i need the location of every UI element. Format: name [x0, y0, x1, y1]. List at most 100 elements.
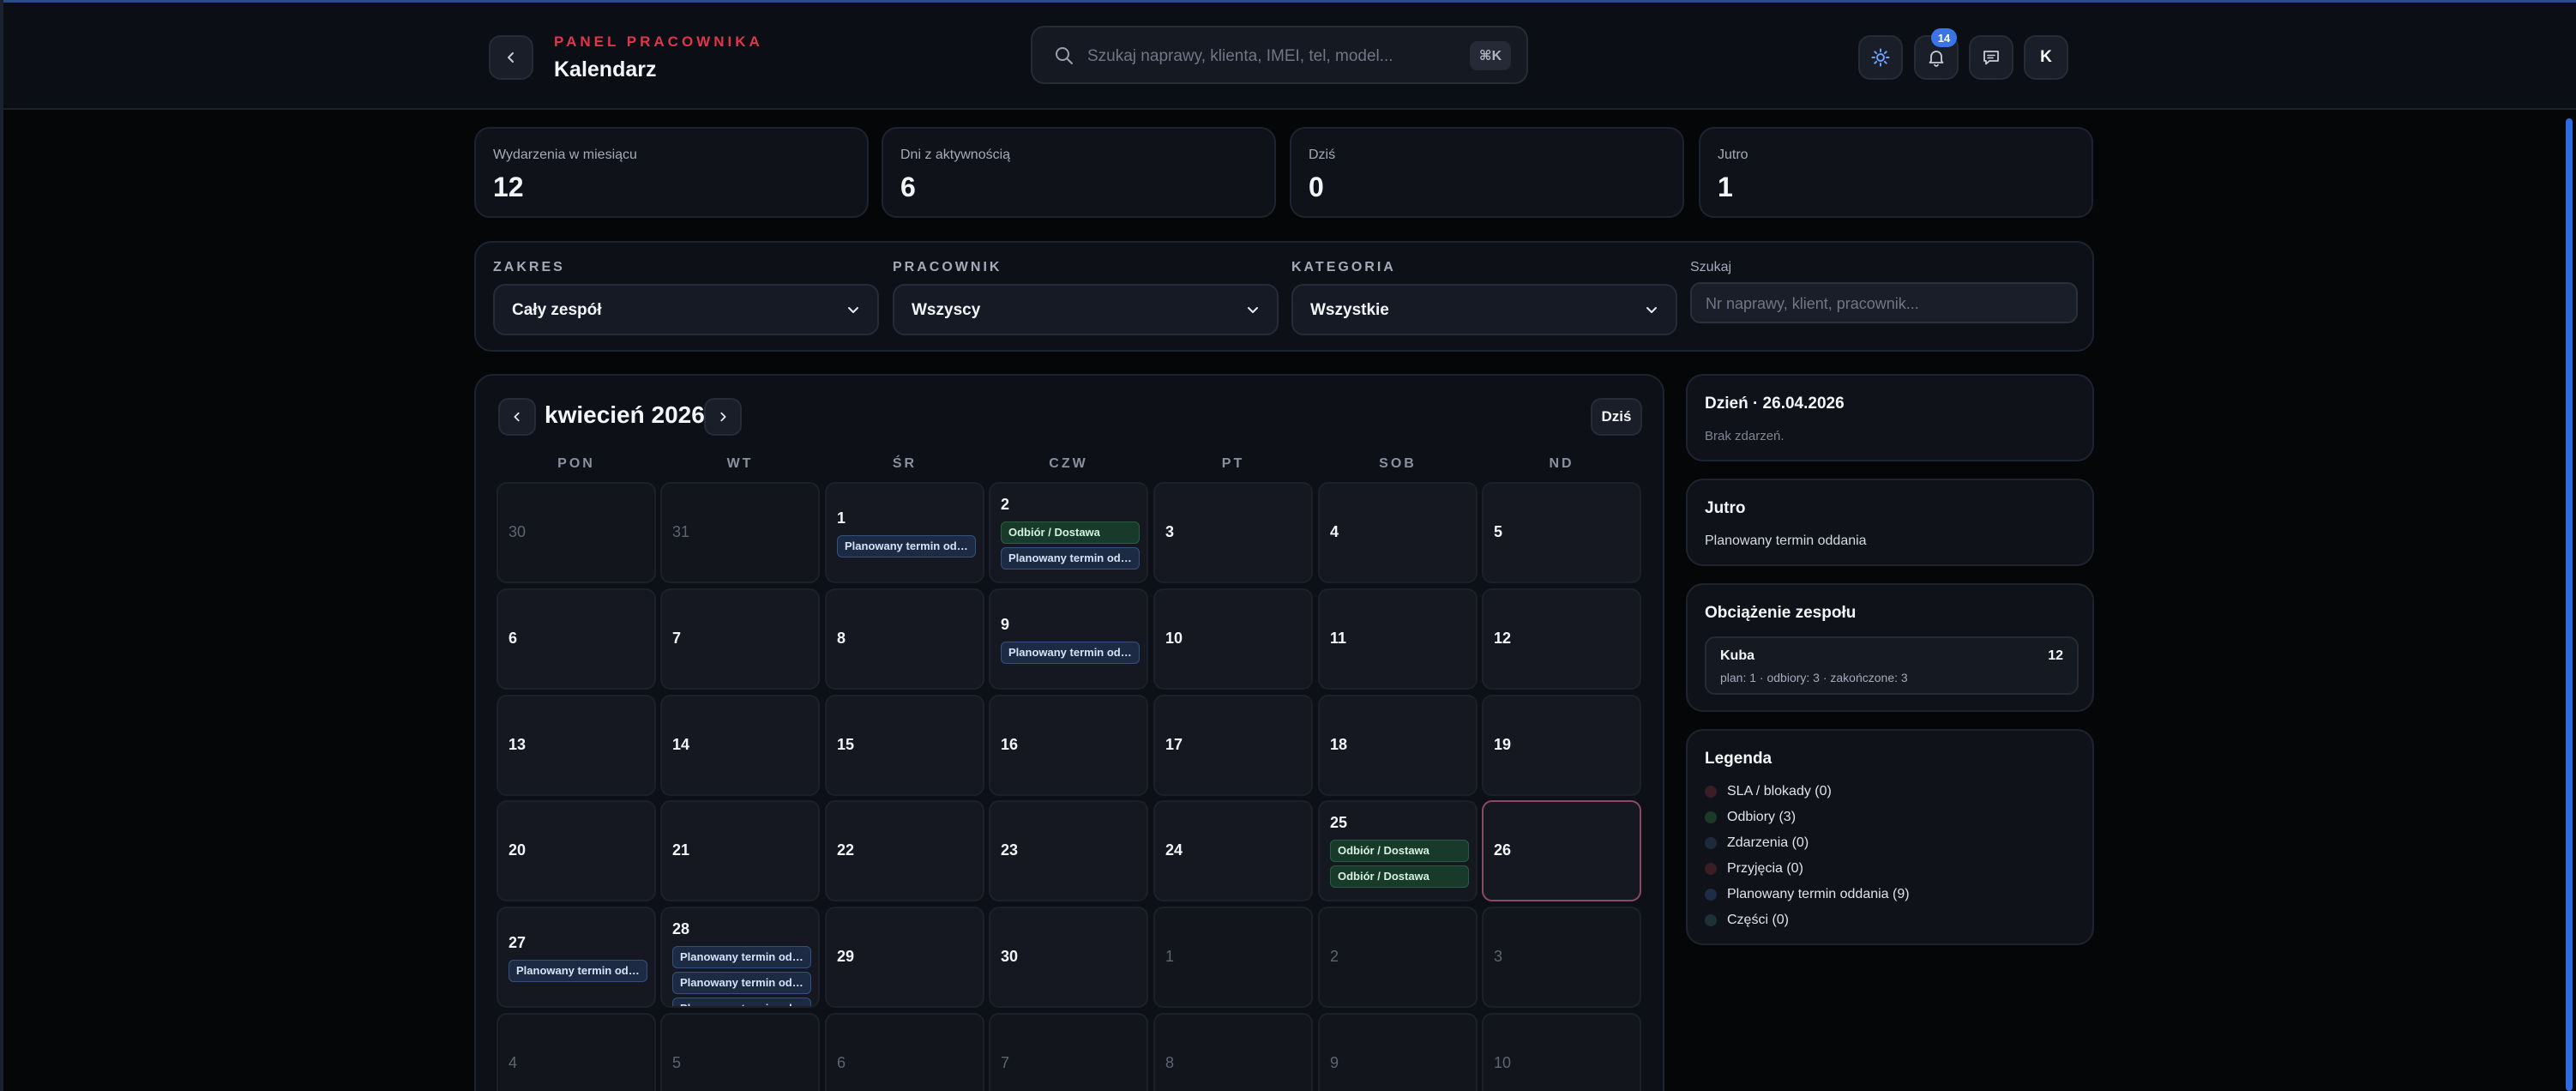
- stat-value: 0: [1309, 172, 1324, 202]
- calendar-day[interactable]: 3: [1482, 907, 1641, 1008]
- day-number: 8: [1165, 1054, 1175, 1071]
- calendar-day[interactable]: 2: [1318, 907, 1478, 1008]
- event-planned-return[interactable]: Planowany termin oddania: [837, 535, 976, 558]
- weekday-header: SOB: [1379, 456, 1417, 471]
- global-search[interactable]: Szukaj naprawy, klienta, IMEI, tel, mode…: [1031, 26, 1528, 84]
- calendar-day[interactable]: 1: [1153, 907, 1313, 1008]
- day-number: 1: [837, 509, 846, 527]
- bell-icon: [1929, 51, 1944, 67]
- calendar-day[interactable]: 18: [1318, 695, 1478, 796]
- day-number: 3: [1165, 523, 1175, 540]
- calendar-day[interactable]: 12: [1482, 588, 1641, 690]
- calendar-day[interactable]: 30: [989, 907, 1148, 1008]
- stat-card-month-events: Wydarzenia w miesiącu 12: [474, 127, 869, 218]
- filter-category-label: KATEGORIA: [1291, 260, 1396, 274]
- weekday-header: WT: [726, 456, 754, 471]
- filter-worker-select[interactable]: Wszyscy: [893, 284, 1279, 335]
- back-button[interactable]: [489, 35, 533, 80]
- event-pickup[interactable]: Odbiór / Dostawa: [1330, 840, 1469, 862]
- calendar-day[interactable]: 5: [660, 1013, 820, 1091]
- legend-dot-icon: [1705, 914, 1717, 926]
- weekday-header: PT: [1221, 456, 1245, 471]
- day-number: 27: [509, 934, 527, 951]
- legend-dot-icon: [1705, 837, 1717, 849]
- calendar-day[interactable]: 13: [497, 695, 656, 796]
- calendar-day[interactable]: 8: [1153, 1013, 1313, 1091]
- worker-row[interactable]: Kuba 12 plan: 1 · odbiory: 3 · zakończon…: [1705, 636, 2079, 695]
- chevron-left-icon: [514, 412, 520, 422]
- calendar-day[interactable]: 19: [1482, 695, 1641, 796]
- calendar-day[interactable]: 5: [1482, 482, 1641, 583]
- event-planned-return[interactable]: Planowany termin oddania: [1001, 547, 1140, 570]
- search-input[interactable]: Szukaj naprawy, klienta, IMEI, tel, mode…: [1087, 47, 1393, 66]
- user-avatar[interactable]: K: [2024, 35, 2068, 80]
- event-planned-return[interactable]: Planowany termin oddania: [672, 998, 811, 1006]
- calendar-day[interactable]: 25 Odbiór / Dostawa Odbiór / Dostawa: [1318, 800, 1478, 901]
- day-number: 8: [837, 630, 846, 647]
- filter-category-select[interactable]: Wszystkie: [1291, 284, 1677, 335]
- calendar-day[interactable]: 11: [1318, 588, 1478, 690]
- calendar-day[interactable]: 23: [989, 800, 1148, 901]
- message-icon: [1983, 51, 1999, 65]
- filter-range-select[interactable]: Cały zespół: [493, 284, 879, 335]
- calendar-day-today[interactable]: 26: [1482, 800, 1641, 901]
- search-icon: [1056, 47, 1073, 64]
- calendar-day[interactable]: 4: [1318, 482, 1478, 583]
- next-month-button[interactable]: [704, 398, 742, 436]
- calendar-day[interactable]: 2 Odbiór / Dostawa Planowany termin oddani…: [989, 482, 1148, 583]
- calendar-day[interactable]: 3: [1153, 482, 1313, 583]
- stat-value: 12: [493, 172, 524, 202]
- calendar-day[interactable]: 10: [1153, 588, 1313, 690]
- tomorrow-item[interactable]: Planowany termin oddania: [1705, 533, 1867, 549]
- window-frame-left: [0, 0, 3, 1091]
- legend-label: Planowany termin oddania (9): [1727, 887, 1910, 901]
- prev-month-button[interactable]: [498, 398, 536, 436]
- calendar-day[interactable]: 29: [825, 907, 984, 1008]
- calendar-day[interactable]: 16: [989, 695, 1148, 796]
- event-planned-return[interactable]: Planowany termin oddania: [672, 972, 811, 994]
- day-number: 5: [672, 1054, 682, 1071]
- calendar-day[interactable]: 28 Planowany termin oddania Planowany term…: [660, 907, 820, 1008]
- calendar-day[interactable]: 22: [825, 800, 984, 901]
- calendar-day[interactable]: 20: [497, 800, 656, 901]
- day-number: 15: [837, 736, 855, 753]
- calendar-day[interactable]: 6: [825, 1013, 984, 1091]
- stat-label: Dni z aktywnością: [900, 148, 1011, 162]
- calendar-day[interactable]: 27 Planowany termin oddania: [497, 907, 656, 1008]
- page-title: Kalendarz: [554, 57, 657, 81]
- calendar-day[interactable]: 15: [825, 695, 984, 796]
- day-number: 2: [1330, 948, 1339, 965]
- calendar-day[interactable]: 31: [660, 482, 820, 583]
- event-pickup[interactable]: Odbiór / Dostawa: [1001, 521, 1140, 544]
- day-number: 16: [1001, 736, 1019, 753]
- legend-label: Części (0): [1727, 913, 1790, 927]
- calendar-day[interactable]: 14: [660, 695, 820, 796]
- today-button[interactable]: Dziś: [1591, 398, 1642, 436]
- event-planned-return[interactable]: Planowany termin oddania: [509, 960, 647, 982]
- workload-panel: Obciążenie zespołu Kuba 12 plan: 1 · odb…: [1686, 583, 2094, 712]
- calendar-day[interactable]: 21: [660, 800, 820, 901]
- event-planned-return[interactable]: Planowany termin oddania: [672, 946, 811, 968]
- calendar-day[interactable]: 9: [1318, 1013, 1478, 1091]
- filter-search-input[interactable]: Nr naprawy, klient, pracownik...: [1690, 282, 2078, 323]
- calendar-day[interactable]: 8: [825, 588, 984, 690]
- day-number: 13: [509, 736, 527, 753]
- messages-button[interactable]: [1969, 35, 2013, 80]
- calendar-day[interactable]: 7: [989, 1013, 1148, 1091]
- calendar-day[interactable]: 6: [497, 588, 656, 690]
- event-pickup[interactable]: Odbiór / Dostawa: [1330, 865, 1469, 888]
- event-planned-return[interactable]: Planowany termin oddania: [1001, 642, 1140, 664]
- calendar-day[interactable]: 4: [497, 1013, 656, 1091]
- calendar-day[interactable]: 9 Planowany termin oddania: [989, 588, 1148, 690]
- calendar-day[interactable]: 30: [497, 482, 656, 583]
- legend-item: Przyjęcia (0): [1705, 859, 1803, 878]
- scrollbar-thumb[interactable]: [2566, 118, 2573, 1091]
- theme-toggle-button[interactable]: [1858, 35, 1903, 80]
- calendar-day[interactable]: 1 Planowany termin oddania: [825, 482, 984, 583]
- filters-panel: ZAKRES Cały zespół PRACOWNIK Wszyscy KAT…: [474, 241, 2094, 352]
- calendar-day[interactable]: 7: [660, 588, 820, 690]
- calendar-panel: kwiecień 2026 Dziś PON WT ŚR CZW PT SOB ND 30 3…: [474, 374, 1664, 1091]
- calendar-day[interactable]: 24: [1153, 800, 1313, 901]
- calendar-day[interactable]: 17: [1153, 695, 1313, 796]
- calendar-day[interactable]: 10: [1482, 1013, 1641, 1091]
